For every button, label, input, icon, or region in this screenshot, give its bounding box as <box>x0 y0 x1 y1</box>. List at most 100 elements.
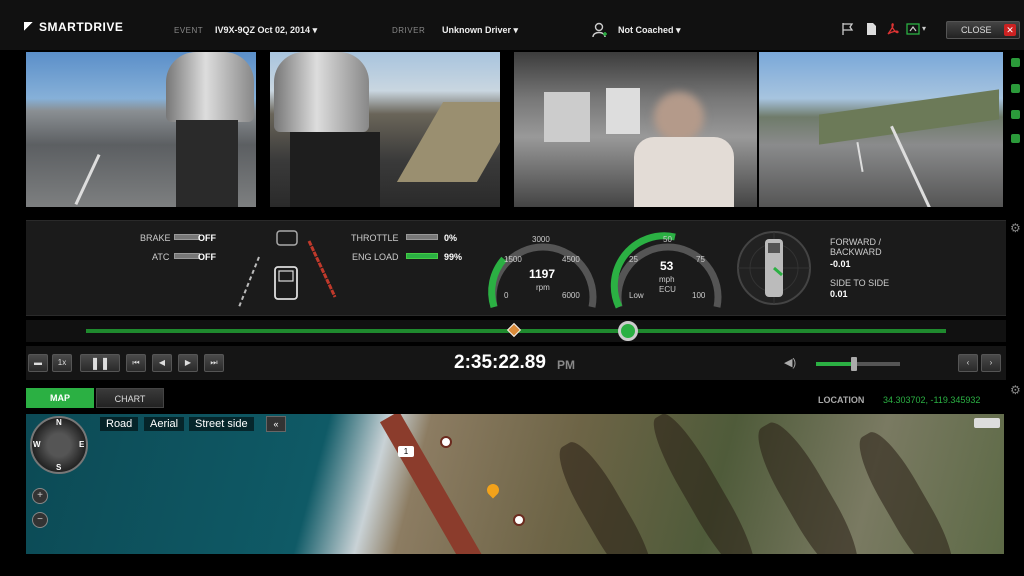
collapse-map-types-button[interactable]: « <box>266 416 286 432</box>
rpm-tick: 1500 <box>504 255 522 264</box>
sidebar-toggle-1[interactable] <box>1011 58 1020 67</box>
close-icon: ✕ <box>1004 24 1016 36</box>
speed-tick: 50 <box>663 235 672 244</box>
comment-icon[interactable]: ▬ <box>28 354 48 372</box>
next-event-button[interactable]: › <box>981 354 1001 372</box>
zoom-out-icon[interactable]: − <box>32 512 48 528</box>
atc-value: OFF <box>198 252 216 262</box>
rpm-tick: 0 <box>504 291 509 300</box>
throttle-label: THROTTLE <box>351 233 399 243</box>
brake-value: OFF <box>198 233 216 243</box>
event-label: EVENT <box>174 26 204 35</box>
compass-s: S <box>56 463 62 472</box>
coaching-status-dropdown[interactable]: Not Coached ▾ <box>618 25 681 36</box>
event-selector[interactable]: IV9X-9QZ Oct 02, 2014 ▾ <box>215 25 317 36</box>
map-toggle-icon[interactable] <box>974 418 1000 428</box>
compass-e: E <box>79 440 85 449</box>
sidebar-toggle-4[interactable] <box>1011 134 1020 143</box>
driver-label: DRIVER <box>392 26 426 35</box>
timeline-scrubber[interactable] <box>617 321 638 341</box>
step-back-button[interactable]: ◀ <box>152 354 172 372</box>
location-value: 34.303702, -119.345932 <box>883 395 981 405</box>
export-icon[interactable] <box>906 22 920 36</box>
speed-value: 53 <box>660 259 674 273</box>
rpm-tick: 3000 <box>532 235 550 244</box>
video-rear-left[interactable] <box>26 52 256 207</box>
volume-slider[interactable] <box>816 357 900 371</box>
playback-speed-button[interactable]: 1x <box>52 354 72 372</box>
lane-diagram <box>238 230 337 308</box>
map-type-road[interactable]: Road <box>100 417 139 431</box>
current-position-marker[interactable] <box>484 481 502 499</box>
skip-to-start-button[interactable]: ⏮ <box>126 354 146 372</box>
speed-tick: 75 <box>696 255 705 264</box>
video-cab-interior[interactable] <box>514 52 757 207</box>
playback-controls: ▬ 1x ❚❚ ⏮ ◀ ▶ ⏭ 2:35:22.89 PM ◀) ‹ › <box>26 346 1006 380</box>
compass-w: W <box>33 440 41 449</box>
smartdrive-logo: SMARTDRIVE <box>24 20 123 34</box>
atc-indicator <box>174 253 200 259</box>
g-force-indicator <box>737 231 811 305</box>
brake-label: BRAKE <box>140 233 171 243</box>
event-marker[interactable] <box>506 322 522 338</box>
map-type-aerial[interactable]: Aerial <box>144 417 185 431</box>
video-forward[interactable] <box>759 52 1003 207</box>
atc-label: ATC <box>152 252 170 262</box>
speaker-icon[interactable]: ◀) <box>784 356 796 369</box>
prev-event-button[interactable]: ‹ <box>958 354 978 372</box>
eng-load-value: 99% <box>444 252 463 262</box>
step-forward-button[interactable]: ▶ <box>178 354 198 372</box>
skip-to-end-button[interactable]: ⏭ <box>204 354 224 372</box>
route-waypoint[interactable] <box>440 436 452 448</box>
volume-thumb[interactable] <box>850 357 857 371</box>
speed-tick: Low <box>629 291 644 300</box>
map-compass[interactable]: N S E W <box>30 416 88 474</box>
speed-source: ECU <box>659 285 676 294</box>
timeline[interactable] <box>26 320 1006 342</box>
playback-ampm: PM <box>557 358 575 372</box>
speed-tick: 100 <box>692 291 706 300</box>
fwd-bwd-value: -0.01 <box>830 259 851 269</box>
document-icon[interactable] <box>864 22 878 36</box>
playback-time: 2:35:22.89 <box>454 352 546 373</box>
top-bar: SMARTDRIVE EVENT IV9X-9QZ Oct 02, 2014 ▾… <box>0 0 1024 50</box>
gear-icon[interactable]: ⚙ <box>1010 222 1022 234</box>
route-waypoint[interactable] <box>513 514 525 526</box>
telemetry-panel: BRAKE OFF ATC OFF THROTTLE 0% ENG LOAD 9… <box>26 220 1006 316</box>
route-path <box>379 414 495 554</box>
sidebar-toggle-3[interactable] <box>1011 110 1020 119</box>
brake-indicator <box>174 234 200 240</box>
throttle-value: 0% <box>444 233 458 243</box>
tab-map[interactable]: MAP <box>26 388 94 408</box>
fwd-bwd-label: FORWARD / BACKWARD <box>830 237 882 257</box>
rpm-tick: 6000 <box>562 291 580 300</box>
coaching-icon <box>592 22 607 38</box>
map-panel: MAP CHART LOCATION 34.303702, -119.34593… <box>26 388 1004 554</box>
eng-load-label: ENG LOAD <box>352 252 399 262</box>
aerial-map[interactable]: 1 N S E W + − Road Aerial Street side « <box>26 414 1004 554</box>
volume-fill <box>816 362 854 366</box>
throttle-bar <box>406 234 438 240</box>
compass-n: N <box>56 418 62 427</box>
side-to-side-value: 0.01 <box>830 289 848 299</box>
sidebar-toggle-2[interactable] <box>1011 84 1020 93</box>
side-to-side-label: SIDE TO SIDE <box>830 278 890 288</box>
location-label: LOCATION <box>818 395 865 405</box>
zoom-in-icon[interactable]: + <box>32 488 48 504</box>
tab-chart[interactable]: CHART <box>96 388 164 408</box>
rpm-tick: 4500 <box>562 255 580 264</box>
speed-tick: 25 <box>629 255 638 264</box>
speed-unit: mph <box>659 275 675 284</box>
route-shield: 1 <box>398 446 414 457</box>
pdf-icon[interactable] <box>886 22 900 36</box>
export-dropdown-arrow[interactable]: ▾ <box>922 24 926 33</box>
map-type-street-side[interactable]: Street side <box>189 417 254 431</box>
rpm-value: 1197 <box>529 267 556 281</box>
close-button[interactable]: CLOSE ✕ <box>946 21 1020 39</box>
pause-button[interactable]: ❚❚ <box>80 354 120 372</box>
gear-icon[interactable]: ⚙ <box>1010 384 1022 396</box>
driver-selector[interactable]: Unknown Driver ▾ <box>442 25 518 36</box>
video-rear-right[interactable] <box>270 52 500 207</box>
flag-icon[interactable] <box>841 22 855 36</box>
eng-load-bar <box>406 253 438 259</box>
